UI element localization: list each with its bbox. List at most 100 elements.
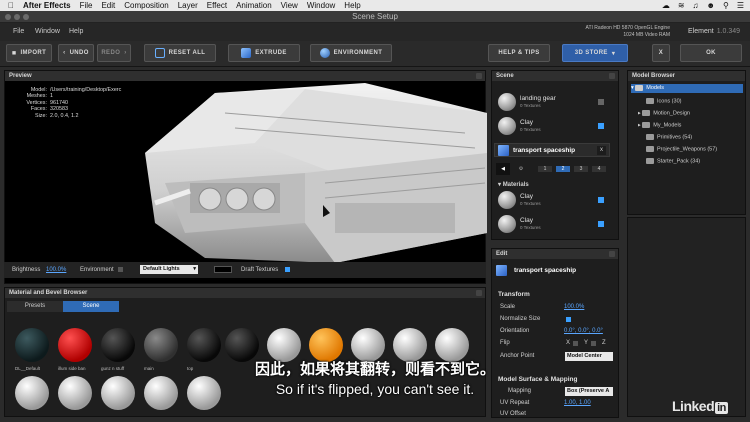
- undo-button[interactable]: ‹ UNDO: [58, 44, 94, 62]
- material-swatch[interactable]: [15, 328, 49, 362]
- panel-menu-icon[interactable]: [609, 73, 615, 79]
- gpu-vram: 1024 MB Video RAM: [623, 32, 670, 38]
- chevron-down-icon: ▾: [611, 50, 616, 57]
- 3d-store-button[interactable]: 3D STORE ▾: [562, 44, 628, 62]
- visibility-checkbox[interactable]: [598, 123, 604, 129]
- orientation-value[interactable]: 0.0°, 0.0°, 0.0°: [564, 328, 603, 334]
- selected-group[interactable]: transport spaceship x: [494, 143, 610, 157]
- menu-edit[interactable]: Edit: [101, 1, 115, 10]
- menu-help[interactable]: Help: [344, 1, 360, 10]
- visibility-checkbox[interactable]: [598, 221, 604, 227]
- tree-root-models[interactable]: ▾ Models: [631, 84, 743, 93]
- panel-menu-icon[interactable]: [476, 73, 482, 79]
- redo-button[interactable]: REDO ›: [97, 44, 131, 62]
- tree-item[interactable]: Icons (30): [646, 98, 681, 104]
- search-icon[interactable]: ⚲: [723, 1, 729, 10]
- extrude-mode-icon[interactable]: ◀: [496, 163, 510, 175]
- environment-button[interactable]: ENVIRONMENT: [310, 44, 392, 62]
- menu-app[interactable]: After Effects: [23, 1, 71, 10]
- subtitle-english: So if it's flipped, you can't see it.: [275, 381, 475, 397]
- extrude-button[interactable]: EXTRUDE: [228, 44, 300, 62]
- menu-composition[interactable]: Composition: [124, 1, 168, 10]
- import-label: IMPORT: [20, 50, 47, 56]
- import-button[interactable]: ■ IMPORT: [6, 44, 52, 62]
- material-swatch[interactable]: [267, 328, 301, 362]
- material-swatch[interactable]: [435, 328, 469, 362]
- spaceship-model[interactable]: [5, 83, 487, 273]
- material-browser-header: Material and Bevel Browser: [5, 288, 485, 298]
- material-swatch[interactable]: [225, 328, 259, 362]
- tab-scene[interactable]: Scene: [63, 301, 119, 312]
- subtitles: 因此，如果将其翻转，则看不到它。 So if it's flipped, you…: [0, 358, 750, 397]
- scene-material-item[interactable]: Clay 0 Textures: [498, 117, 606, 141]
- subtitle-chinese: 因此，如果将其翻转，则看不到它。: [254, 360, 495, 378]
- plugin-menu-help[interactable]: Help: [69, 28, 83, 35]
- tree-item[interactable]: ▸ Motion_Design: [638, 110, 690, 116]
- lights-dropdown[interactable]: Default Lights ▾: [140, 265, 198, 274]
- scene-material-item[interactable]: Clay 0 Textures: [498, 191, 606, 215]
- ok-button[interactable]: OK: [680, 44, 742, 62]
- scene-material-item[interactable]: Clay 0 Textures: [498, 215, 606, 239]
- environment-checkbox[interactable]: [118, 267, 123, 272]
- edit-title: Edit: [496, 251, 508, 257]
- tree-item[interactable]: ▸ My_Models: [638, 122, 681, 128]
- normalize-checkbox[interactable]: [566, 317, 571, 322]
- visibility-checkbox[interactable]: [598, 197, 604, 203]
- material-swatch[interactable]: [144, 328, 178, 362]
- scene-panel: Scene landing gear 0 Textures Clay 0 Tex…: [491, 70, 619, 240]
- material-swatch[interactable]: [393, 328, 427, 362]
- tab-presets[interactable]: Presets: [7, 301, 63, 312]
- creative-cloud-icon[interactable]: ☁: [662, 1, 670, 10]
- uv-repeat-value[interactable]: 1.00, 1.00: [564, 400, 591, 406]
- user-icon[interactable]: ☻: [707, 1, 715, 10]
- scene-item-name: Clay: [520, 119, 534, 126]
- brightness-value[interactable]: 100.0%: [46, 267, 66, 273]
- menu-window[interactable]: Window: [307, 1, 335, 10]
- gear-icon[interactable]: ⚙: [514, 163, 528, 175]
- draft-textures-checkbox[interactable]: [285, 267, 290, 272]
- wifi-icon[interactable]: ≋: [678, 1, 685, 10]
- group-tab-1[interactable]: 1: [538, 166, 552, 172]
- plugin-menu-file[interactable]: File: [13, 28, 24, 35]
- help-tips-button[interactable]: HELP & TIPS: [488, 44, 550, 62]
- tree-item-label: Icons (30): [657, 98, 682, 105]
- menu-effect[interactable]: Effect: [207, 1, 227, 10]
- material-swatch[interactable]: [187, 328, 221, 362]
- reset-all-button[interactable]: RESET ALL: [144, 44, 216, 62]
- close-icon[interactable]: x: [597, 146, 606, 155]
- group-tab-4[interactable]: 4: [592, 166, 606, 172]
- plugin-menu-window[interactable]: Window: [35, 28, 60, 35]
- menu-file[interactable]: File: [80, 1, 93, 10]
- menu-view[interactable]: View: [281, 1, 298, 10]
- material-swatch[interactable]: [309, 328, 343, 362]
- tree-item-label: Projectile_Weapons (57): [657, 146, 718, 153]
- flip-x-checkbox[interactable]: [573, 341, 578, 346]
- materials-section-title[interactable]: ▾ Materials: [498, 181, 529, 188]
- tree-item[interactable]: Primitives (54): [646, 134, 692, 140]
- flip-y-checkbox[interactable]: [591, 341, 596, 346]
- material-thumbnail: [498, 191, 516, 209]
- transform-section-title[interactable]: Transform: [498, 291, 530, 298]
- tree-item[interactable]: Projectile_Weapons (57): [646, 146, 717, 152]
- cancel-button[interactable]: X: [652, 44, 670, 62]
- panel-menu-icon[interactable]: [476, 290, 482, 296]
- apple-icon[interactable]: : [8, 1, 14, 10]
- group-tab-3[interactable]: 3: [574, 166, 588, 172]
- tree-item[interactable]: Starter_Pack (34): [646, 158, 700, 164]
- menu-animation[interactable]: Animation: [236, 1, 272, 10]
- scale-value[interactable]: 100.0%: [564, 304, 584, 310]
- group-tab-2[interactable]: 2: [556, 166, 570, 172]
- visibility-checkbox[interactable]: [598, 99, 604, 105]
- volume-icon[interactable]: ♫: [693, 1, 699, 10]
- 3d-store-label: 3D STORE: [574, 50, 608, 56]
- color-swatch[interactable]: [214, 266, 232, 273]
- list-icon[interactable]: ☰: [737, 1, 744, 10]
- ok-label: OK: [706, 50, 716, 56]
- environment-icon: [319, 48, 330, 58]
- menu-layer[interactable]: Layer: [178, 1, 198, 10]
- scene-material-item[interactable]: landing gear 0 Textures: [498, 93, 606, 117]
- material-swatch[interactable]: [58, 328, 92, 362]
- panel-menu-icon[interactable]: [609, 251, 615, 257]
- material-swatch[interactable]: [351, 328, 385, 362]
- material-swatch[interactable]: [101, 328, 135, 362]
